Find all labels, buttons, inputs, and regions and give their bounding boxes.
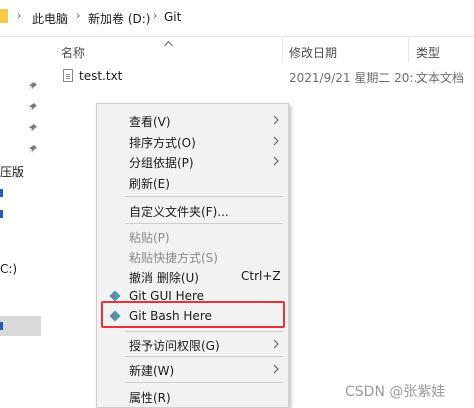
menu-item-give-access[interactable]: 授予访问权限(G) (97, 334, 288, 354)
menu-item-label: 刷新(E) (129, 177, 170, 191)
menu-item-label: 查看(V) (129, 115, 171, 129)
menu-item-view[interactable]: 查看(V) (97, 110, 288, 130)
pin-icon (29, 82, 37, 90)
menu-item-sort[interactable]: 排序方式(O) (97, 131, 288, 151)
menu-item-label: 新建(W) (129, 364, 175, 378)
file-row[interactable]: test.txt 2021/9/21 星期二 20:... 文本文档 (55, 65, 474, 87)
menu-item-paste-shortcut[interactable]: 粘贴快捷方式(S) (97, 246, 288, 266)
highlight-box (101, 301, 285, 328)
nav-selected-item[interactable] (0, 316, 41, 336)
menu-item-refresh[interactable]: 刷新(E) (97, 172, 288, 192)
menu-item-label: 排序方式(O) (129, 136, 196, 150)
breadcrumb-git[interactable]: Git (164, 10, 181, 24)
menu-item-label: 授予访问权限(G) (129, 339, 220, 353)
menu-item-group[interactable]: 分组依据(P) (97, 151, 288, 171)
menu-item-paste[interactable]: 粘贴(P) (97, 226, 288, 246)
menu-separator (125, 196, 283, 197)
chevron-right-icon (273, 156, 279, 166)
menu-item-shortcut: Ctrl+Z (241, 269, 281, 283)
nav-item-label[interactable]: 压版 (0, 163, 24, 180)
column-header-modified[interactable]: 修改日期 (289, 44, 337, 61)
chevron-right-icon: › (153, 9, 158, 22)
file-modified: 2021/9/21 星期二 20:... (289, 71, 425, 85)
nav-indicator (0, 322, 3, 330)
menu-separator (125, 382, 283, 383)
file-type: 文本文档 (416, 71, 465, 85)
menu-item-label: 粘贴快捷方式(S) (129, 251, 218, 265)
pin-icon (29, 103, 37, 111)
menu-separator (125, 223, 283, 224)
context-menu: 查看(V) 排序方式(O) 分组依据(P) 刷新(E) 自定义文件夹(F)...… (96, 103, 289, 408)
pin-icon (29, 145, 37, 153)
breadcrumb-this-pc[interactable]: 此电脑 (32, 10, 68, 27)
menu-item-customize-folder[interactable]: 自定义文件夹(F)... (97, 200, 288, 220)
column-divider[interactable] (282, 38, 283, 62)
column-divider[interactable] (408, 38, 409, 62)
address-bar[interactable]: › 此电脑 › 新加卷 (D:) › Git (0, 0, 474, 37)
menu-item-undo-delete[interactable]: 撤消 删除(U) Ctrl+Z (97, 266, 288, 286)
menu-item-new[interactable]: 新建(W) (97, 359, 288, 379)
watermark: CSDN @张紫娃 (345, 384, 446, 400)
breadcrumb-drive-d[interactable]: 新加卷 (D:) (88, 10, 150, 27)
chevron-right-icon (273, 339, 279, 349)
menu-item-properties[interactable]: 属性(R) (97, 386, 288, 406)
chevron-right-icon: › (17, 9, 22, 22)
sort-ascending-icon (164, 36, 173, 47)
chevron-right-icon (273, 115, 279, 125)
menu-separator (125, 356, 283, 357)
nav-indicator (0, 189, 3, 197)
pin-icon (29, 124, 37, 132)
folder-icon (0, 9, 8, 23)
nav-item-label[interactable]: C:) (0, 262, 17, 276)
chevron-right-icon (273, 136, 279, 146)
text-file-icon (63, 69, 73, 82)
menu-item-label: 撤消 删除(U) (129, 271, 199, 285)
menu-separator (125, 331, 283, 332)
column-header-type[interactable]: 类型 (416, 44, 440, 61)
menu-item-label: 分组依据(P) (129, 156, 194, 170)
chevron-right-icon (273, 364, 279, 374)
file-name: test.txt (79, 69, 123, 83)
column-header-name[interactable]: 名称 (61, 44, 85, 61)
menu-item-label: 属性(R) (129, 391, 171, 405)
navigation-pane[interactable]: 压版 C:) (0, 37, 42, 408)
menu-item-label: 自定义文件夹(F)... (129, 205, 229, 219)
menu-item-label: 粘贴(P) (129, 231, 170, 245)
nav-indicator (0, 210, 3, 218)
chevron-right-icon: › (76, 9, 81, 22)
